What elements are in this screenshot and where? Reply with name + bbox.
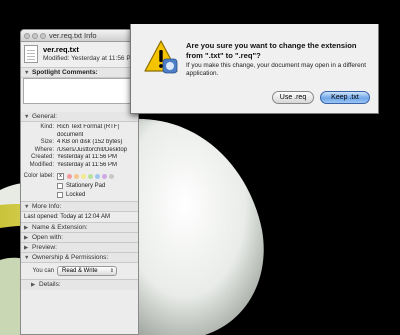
disclosure-open-icon: ▼ xyxy=(24,203,30,210)
disclosure-closed-icon: ▶ xyxy=(24,224,29,231)
size-value: 4 KB on disk (152 bytes) xyxy=(57,139,123,146)
section-open-with[interactable]: ▶ Open with: xyxy=(21,232,138,243)
color-label-dot[interactable] xyxy=(74,173,79,179)
section-general[interactable]: ▼ General: xyxy=(21,112,138,122)
created-value: Yesterday at 11:56 PM xyxy=(57,154,118,161)
color-label-dot[interactable] xyxy=(95,173,100,179)
section-details[interactable]: ▶ Details: xyxy=(21,279,138,290)
color-label-row: Color label: x xyxy=(23,172,136,180)
change-extension-alert: Are you sure you want to change the exte… xyxy=(130,24,379,114)
locked-checkbox[interactable]: Locked xyxy=(57,191,136,198)
keep-txt-button[interactable]: Keep .txt xyxy=(320,91,370,104)
section-name-extension[interactable]: ▶ Name & Extension: xyxy=(21,222,138,233)
color-label-dot[interactable] xyxy=(81,173,86,179)
popup-arrows-icon: ⇕ xyxy=(109,267,114,274)
section-ownership[interactable]: ▼ Ownership & Permissions: xyxy=(21,252,138,263)
section-more-info[interactable]: ▼ More Info: xyxy=(21,201,138,212)
info-window-titlebar[interactable]: ver.req.txt Info xyxy=(21,30,138,42)
color-label-dot[interactable] xyxy=(67,173,72,179)
section-spotlight[interactable]: ▼ Spotlight Comments: xyxy=(21,68,138,78)
file-header: ver.req.txt Modified: Yesterday at 11:56… xyxy=(21,42,138,68)
section-preview[interactable]: ▶ Preview: xyxy=(21,242,138,253)
warning-icon xyxy=(144,40,178,74)
zoom-window-button[interactable] xyxy=(40,33,46,39)
color-label-dot[interactable] xyxy=(102,173,107,179)
stationery-pad-checkbox[interactable]: Stationery Pad xyxy=(57,182,136,189)
checkbox-icon[interactable] xyxy=(57,182,63,189)
disclosure-closed-icon: ▶ xyxy=(31,281,36,288)
alert-title: Are you sure you want to change the exte… xyxy=(186,41,357,60)
kind-value-cont: document xyxy=(57,131,84,138)
disclosure-closed-icon: ▶ xyxy=(24,234,29,241)
disclosure-open-icon: ▼ xyxy=(24,254,30,261)
disclosure-open-icon: ▼ xyxy=(24,114,30,120)
file-name: ver.req.txt xyxy=(43,45,79,54)
where-value: /Users/Justtorchit/Desktop xyxy=(57,146,128,153)
document-icon xyxy=(24,45,38,63)
disclosure-open-icon: ▼ xyxy=(24,70,30,76)
kind-value: Rich Text Format (RTF) xyxy=(57,124,120,130)
disclosure-closed-icon: ▶ xyxy=(24,244,29,251)
color-label-dot[interactable] xyxy=(88,173,93,179)
use-req-button[interactable]: Use .req xyxy=(272,91,314,104)
alert-message: If you make this change, your document m… xyxy=(186,62,366,77)
no-label-swatch[interactable]: x xyxy=(57,172,64,180)
spotlight-comments-field[interactable] xyxy=(23,78,136,104)
color-label-dot[interactable] xyxy=(109,173,114,179)
general-panel: Kind: Rich Text Format (RTF) document Siz… xyxy=(21,122,138,202)
last-opened: Last opened: Today at 12:04 AM xyxy=(21,212,138,223)
file-modified: Modified: Yesterday at 11:56 PM xyxy=(43,55,137,62)
permission-popup[interactable]: Read & Write ⇕ xyxy=(57,265,117,276)
window-title: ver.req.txt Info xyxy=(49,31,97,40)
minimize-window-button[interactable] xyxy=(32,33,38,39)
modified-value: Yesterday at 11:56 PM xyxy=(57,161,118,168)
close-window-button[interactable] xyxy=(24,33,30,39)
checkbox-icon[interactable] xyxy=(57,191,63,198)
ownership-panel: You can Read & Write ⇕ xyxy=(21,263,138,280)
get-info-window: ver.req.txt Info ver.req.txt Modified: Y… xyxy=(20,29,139,335)
